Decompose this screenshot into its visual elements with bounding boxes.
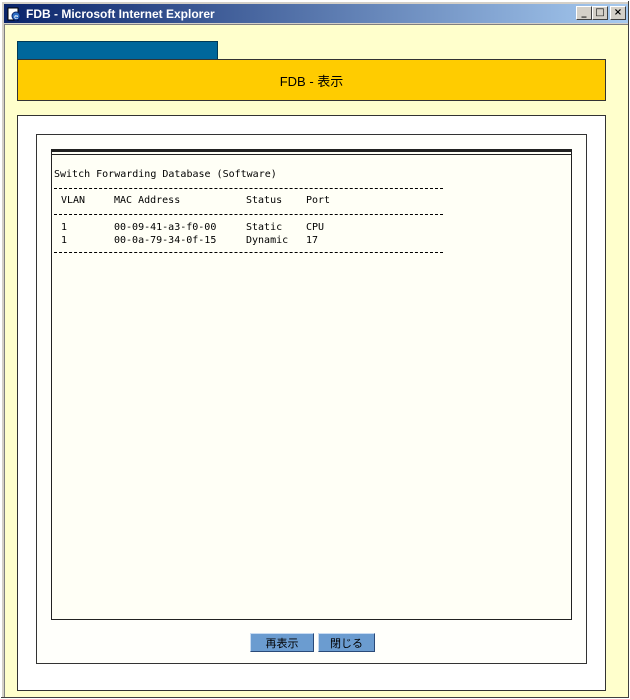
column-port: Port — [306, 195, 331, 206]
action-buttons: 再表示 閉じる — [37, 633, 588, 653]
top-rule — [52, 150, 571, 155]
table-row-status: Dynamic — [246, 235, 289, 246]
minimize-button[interactable]: _ — [576, 6, 592, 20]
title-bar[interactable]: e FDB - Microsoft Internet Explorer _ □ … — [4, 4, 628, 23]
header-band: FDB - 表示 — [17, 59, 606, 101]
close-button[interactable]: 閉じる — [318, 633, 375, 652]
page-content: FDB - 表示 Switch Forwarding Database (Sof… — [4, 24, 628, 697]
page-title: FDB - 表示 — [279, 73, 344, 89]
divider — [54, 188, 443, 189]
close-window-button[interactable]: × — [610, 6, 626, 20]
outer-panel: Switch Forwarding Database (Software) VL… — [17, 115, 606, 691]
table-row-mac: 00-0a-79-34-0f-15 — [114, 235, 217, 246]
column-status: Status — [246, 195, 283, 206]
divider — [54, 252, 443, 253]
table-row-port: 17 — [306, 235, 319, 246]
ie-page-icon: e — [6, 6, 22, 22]
table-row-mac: 00-09-41-a3-f0-00 — [114, 222, 217, 233]
window-controls: _ □ × — [576, 6, 626, 20]
table-row-vlan: 1 — [61, 222, 68, 233]
browser-window: e FDB - Microsoft Internet Explorer _ □ … — [0, 0, 630, 699]
column-vlan: VLAN — [61, 195, 86, 206]
inner-panel: Switch Forwarding Database (Software) VL… — [36, 134, 587, 664]
window-title: FDB - Microsoft Internet Explorer — [26, 6, 215, 21]
svg-text:e: e — [14, 13, 18, 21]
refresh-button[interactable]: 再表示 — [250, 633, 314, 652]
maximize-button[interactable]: □ — [592, 6, 608, 20]
table-row-port: CPU — [306, 222, 325, 233]
header-tab — [17, 41, 218, 59]
table-row-vlan: 1 — [61, 235, 68, 246]
fdb-output: Switch Forwarding Database (Software) VL… — [51, 149, 572, 620]
fdb-heading: Switch Forwarding Database (Software) — [54, 169, 277, 180]
column-mac-address: MAC Address — [114, 195, 181, 206]
table-row-status: Static — [246, 222, 283, 233]
divider — [54, 214, 443, 215]
